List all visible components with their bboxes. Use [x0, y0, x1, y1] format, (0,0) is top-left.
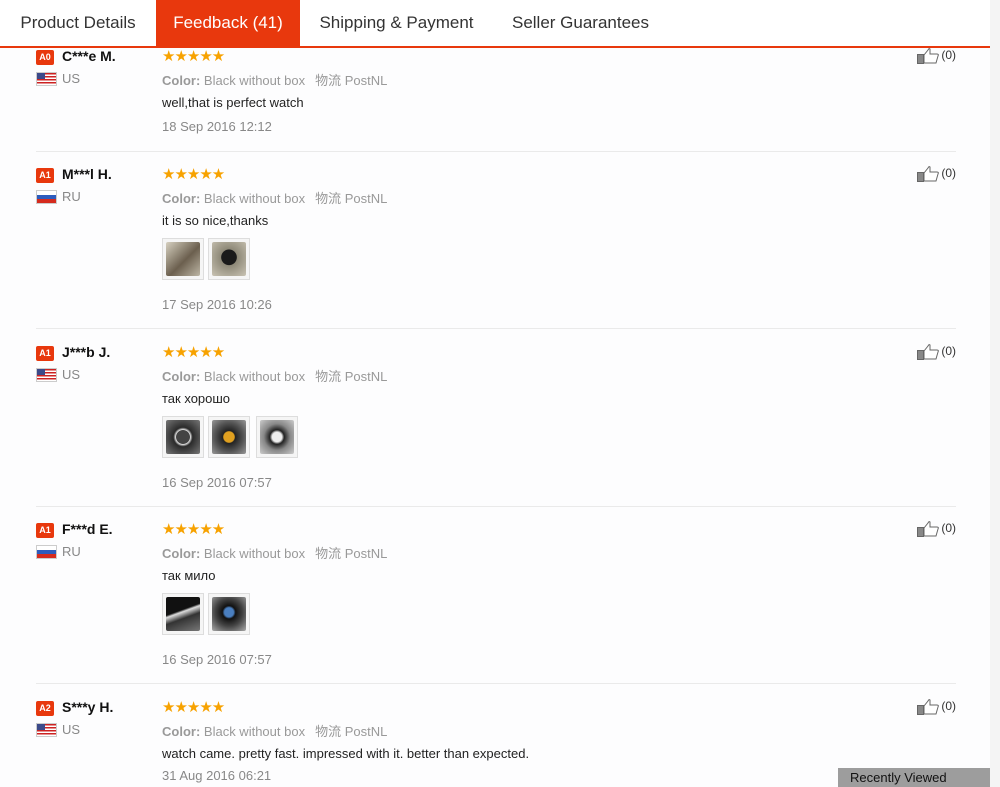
- buyer-name: M***l H.: [62, 166, 112, 182]
- review-photo[interactable]: [162, 593, 204, 635]
- order-info: Color: Black without box 物流 PostNL: [162, 543, 387, 562]
- helpful-count: (0): [941, 48, 956, 63]
- review-text: it is so nice,thanks: [162, 213, 269, 228]
- buyer-level-badge: A1: [36, 346, 54, 361]
- review-photo[interactable]: [208, 238, 250, 280]
- review-photo[interactable]: [162, 238, 204, 280]
- buyer-name: C***e M.: [62, 48, 116, 64]
- shipping-value: PostNL: [344, 369, 388, 384]
- review-item: A1 M***l H. RU ★★★★★ Color: Black withou…: [36, 166, 956, 318]
- review-photo[interactable]: [208, 416, 250, 458]
- review-item: A1 J***b J. US ★★★★★ Color: Black withou…: [36, 344, 956, 496]
- review-date: 16 Sep 2016 07:57: [162, 652, 272, 667]
- color-value: Black without box: [203, 73, 306, 88]
- buyer-name: J***b J.: [62, 344, 111, 360]
- helpful-count: (0): [941, 166, 956, 181]
- helpful-button[interactable]: (0): [917, 521, 956, 537]
- review-text: well,that is perfect watch: [162, 95, 304, 110]
- flag-ru-icon: [36, 545, 57, 559]
- buyer-level-badge: A1: [36, 168, 54, 183]
- divider: [36, 683, 956, 684]
- shipping-value: PostNL: [344, 73, 388, 88]
- tab-product-details[interactable]: Product Details: [0, 0, 156, 46]
- rating-stars: ★★★★★: [162, 344, 225, 361]
- order-info: Color: Black without box 物流 PostNL: [162, 188, 387, 207]
- color-label: Color:: [162, 191, 201, 206]
- review-date: 16 Sep 2016 07:57: [162, 475, 272, 490]
- rating-stars: ★★★★★: [162, 699, 225, 716]
- buyer-country: RU: [62, 544, 81, 559]
- recently-viewed-panel[interactable]: Recently Viewed: [838, 768, 990, 787]
- buyer-level-badge: A0: [36, 50, 54, 65]
- scrollbar[interactable]: [990, 0, 1000, 787]
- review-photo[interactable]: [208, 593, 250, 635]
- buyer-country: US: [62, 71, 81, 86]
- thumbs-up-icon: [917, 344, 940, 360]
- color-value: Black without box: [203, 191, 306, 206]
- helpful-button[interactable]: (0): [917, 344, 956, 360]
- buyer-level-badge: A1: [36, 523, 54, 538]
- buyer-country: US: [62, 367, 81, 382]
- thumbs-up-icon: [917, 166, 940, 182]
- order-info: Color: Black without box 物流 PostNL: [162, 70, 387, 89]
- helpful-count: (0): [941, 699, 956, 714]
- helpful-button[interactable]: (0): [917, 166, 956, 182]
- color-value: Black without box: [203, 369, 306, 384]
- review-text: watch came. pretty fast. impressed with …: [162, 746, 530, 761]
- helpful-count: (0): [941, 521, 956, 536]
- flag-ru-icon: [36, 190, 57, 204]
- shipping-label: 物流: [315, 724, 342, 739]
- color-value: Black without box: [203, 724, 306, 739]
- shipping-value: PostNL: [344, 191, 388, 206]
- helpful-button[interactable]: (0): [917, 48, 956, 64]
- shipping-label: 物流: [315, 369, 342, 384]
- buyer-country: US: [62, 722, 81, 737]
- review-photo[interactable]: [256, 416, 298, 458]
- rating-stars: ★★★★★: [162, 166, 225, 183]
- review-text: так мило: [162, 568, 216, 583]
- color-label: Color:: [162, 369, 201, 384]
- order-info: Color: Black without box 物流 PostNL: [162, 721, 387, 740]
- tab-feedback[interactable]: Feedback (41): [156, 0, 300, 46]
- color-label: Color:: [162, 724, 201, 739]
- review-date: 31 Aug 2016 06:21: [162, 768, 272, 783]
- thumbs-up-icon: [917, 521, 940, 537]
- flag-us-icon: [36, 723, 57, 737]
- buyer-name: F***d E.: [62, 521, 113, 537]
- tab-shipping-payment[interactable]: Shipping & Payment: [300, 0, 493, 46]
- review-text: так хорошо: [162, 391, 231, 406]
- review-date: 17 Sep 2016 10:26: [162, 297, 272, 312]
- rating-stars: ★★★★★: [162, 521, 225, 538]
- order-info: Color: Black without box 物流 PostNL: [162, 366, 387, 385]
- review-item: A0 C***e M. US ★★★★★ Color: Black withou…: [36, 48, 956, 140]
- color-label: Color:: [162, 73, 201, 88]
- shipping-label: 物流: [315, 191, 342, 206]
- shipping-label: 物流: [315, 73, 342, 88]
- review-photo[interactable]: [162, 416, 204, 458]
- buyer-country: RU: [62, 189, 81, 204]
- rating-stars: ★★★★★: [162, 48, 225, 65]
- tab-bar: Product Details Feedback (41) Shipping &…: [0, 0, 990, 48]
- flag-us-icon: [36, 368, 57, 382]
- divider: [36, 506, 956, 507]
- helpful-button[interactable]: (0): [917, 699, 956, 715]
- shipping-value: PostNL: [344, 546, 388, 561]
- color-label: Color:: [162, 546, 201, 561]
- shipping-value: PostNL: [344, 724, 388, 739]
- review-item: A1 F***d E. RU ★★★★★ Color: Black withou…: [36, 521, 956, 673]
- thumbs-up-icon: [917, 48, 940, 64]
- divider: [36, 151, 956, 152]
- tab-seller-guarantees[interactable]: Seller Guarantees: [493, 0, 668, 46]
- shipping-label: 物流: [315, 546, 342, 561]
- flag-us-icon: [36, 72, 57, 86]
- review-date: 18 Sep 2016 12:12: [162, 119, 272, 134]
- review-item: A2 S***y H. US ★★★★★ Color: Black withou…: [36, 699, 956, 787]
- buyer-level-badge: A2: [36, 701, 54, 716]
- buyer-name: S***y H.: [62, 699, 114, 715]
- helpful-count: (0): [941, 344, 956, 359]
- thumbs-up-icon: [917, 699, 940, 715]
- color-value: Black without box: [203, 546, 306, 561]
- divider: [36, 328, 956, 329]
